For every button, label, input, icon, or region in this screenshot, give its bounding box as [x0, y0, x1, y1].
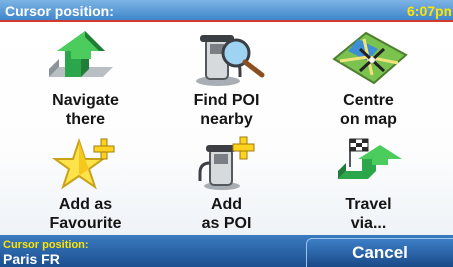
favourite-star-icon: [51, 137, 114, 190]
screen: Cursor position: 6:07pm Navigate there F…: [0, 0, 453, 267]
find-poi-nearby-button[interactable]: Find POI nearby: [154, 26, 299, 129]
navigate-there-label: Navigate there: [52, 92, 119, 128]
add-poi-pump-icon: [198, 136, 254, 190]
cursor-position-caption: Cursor position:: [3, 239, 89, 251]
centre-on-map-button[interactable]: Centre on map: [296, 26, 441, 129]
header-title: Cursor position:: [5, 3, 114, 19]
add-as-poi-button[interactable]: Add as POI: [154, 130, 299, 233]
clock: 6:07pm: [407, 3, 451, 19]
find-poi-nearby-label: Find POI nearby: [193, 92, 260, 128]
navigate-there-button[interactable]: Navigate there: [13, 26, 158, 129]
find-poi-magnifier-icon: [195, 35, 264, 86]
cursor-location-text: Paris FR: [3, 251, 60, 267]
add-as-favourite-label: Add as Favourite: [49, 196, 122, 232]
navigate-arrow-icon: [48, 31, 113, 77]
add-as-poi-label: Add as POI: [201, 196, 252, 232]
centre-map-crosshair-icon: [331, 31, 408, 85]
travel-via-button[interactable]: Travel via...: [296, 130, 441, 233]
menu-grid: Navigate there Find POI nearby Centre on…: [0, 22, 453, 235]
centre-on-map-label: Centre on map: [340, 92, 397, 128]
travel-via-flag-icon: [337, 138, 402, 179]
travel-via-label: Travel via...: [345, 196, 392, 232]
title-bar: Cursor position: 6:07pm: [0, 0, 453, 22]
add-as-favourite-button[interactable]: Add as Favourite: [13, 130, 158, 233]
cancel-button[interactable]: Cancel: [306, 238, 453, 267]
